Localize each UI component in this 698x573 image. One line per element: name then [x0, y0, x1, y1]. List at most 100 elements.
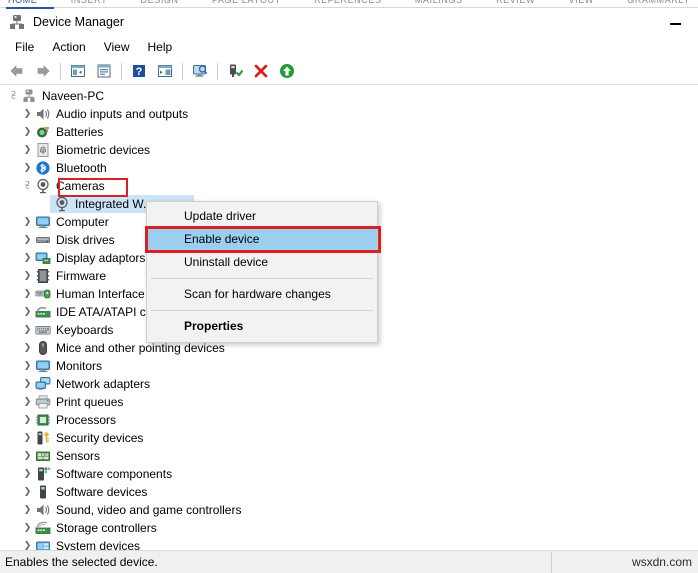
background-word-ribbon: HOME INSERT DESIGN PAGE LAYOUT REFERENCE… — [0, 0, 698, 9]
chevron-right-icon[interactable]: ❯ — [20, 519, 35, 537]
chevron-down-icon[interactable]: ⫔ — [6, 87, 21, 105]
chevron-right-icon[interactable]: ❯ — [20, 537, 35, 550]
chevron-right-icon[interactable]: ❯ — [20, 375, 35, 393]
tree-row-label: Naveen-PC — [42, 89, 105, 103]
chevron-right-icon[interactable]: ❯ — [20, 393, 35, 411]
chevron-right-icon[interactable]: ❯ — [20, 483, 35, 501]
ribbon-underline — [0, 7, 698, 8]
ribbon-tab-insert[interactable]: INSERT — [71, 0, 107, 5]
tree-row-audio-inputs-and-outputs[interactable]: ❯ Audio inputs and outputs — [0, 105, 698, 123]
tree-row-cameras[interactable]: ⫔ Cameras — [0, 177, 698, 197]
tree-row-label: Network adapters — [56, 377, 151, 391]
tree-row-processors[interactable]: ❯ Processors — [0, 411, 698, 429]
chevron-right-icon[interactable]: ❯ — [20, 141, 35, 159]
cameras-annotation-box — [58, 178, 128, 197]
tree-row-sensors[interactable]: ❯ Sensors — [0, 447, 698, 465]
minimize-button[interactable] — [652, 9, 698, 35]
chevron-right-icon[interactable]: ❯ — [20, 447, 35, 465]
tree-row-software-components[interactable]: ❯ Software components — [0, 465, 698, 483]
chevron-right-icon[interactable]: ❯ — [20, 213, 35, 231]
chevron-right-icon[interactable]: ❯ — [20, 411, 35, 429]
monitor-icon — [35, 358, 51, 374]
context-menu-item-scan-for-hardware-changes[interactable]: Scan for hardware changes — [147, 283, 377, 306]
chevron-right-icon[interactable]: ❯ — [20, 249, 35, 267]
chevron-right-icon[interactable]: ❯ — [20, 267, 35, 285]
tree-row-biometric-devices[interactable]: ❯ Biometric devices — [0, 141, 698, 159]
camera-icon — [54, 196, 70, 212]
scan-for-hardware-changes-button[interactable] — [188, 60, 212, 82]
context-menu-item-enable-device[interactable]: Enable device — [147, 228, 377, 251]
tree-row-security-devices[interactable]: ❯ Security devices — [0, 429, 698, 447]
menu-item-file[interactable]: File — [6, 38, 43, 56]
chevron-right-icon[interactable]: ❯ — [20, 339, 35, 357]
status-message: Enables the selected device. — [5, 555, 158, 569]
device-tree[interactable]: ⫔ Naveen-PC ❯ Audio inputs and outputs ❯… — [0, 85, 698, 550]
tree-row-storage-controllers[interactable]: ❯ Storage controllers — [0, 519, 698, 537]
tree-row-print-queues[interactable]: ❯ Print queues — [0, 393, 698, 411]
context-menu-item-uninstall-device[interactable]: Uninstall device — [147, 251, 377, 274]
menu-item-help[interactable]: Help — [139, 38, 182, 56]
tree-row-network-adapters[interactable]: ❯ Network adapters — [0, 375, 698, 393]
device-manager-icon — [9, 14, 25, 30]
tree-row-label: Print queues — [56, 395, 124, 409]
ribbon-tab-mailings[interactable]: MAILINGS — [415, 0, 463, 5]
forward-button[interactable] — [31, 60, 55, 82]
uninstall-device-button[interactable] — [249, 60, 273, 82]
tree-row-batteries[interactable]: ❯ Batteries — [0, 123, 698, 141]
ribbon-tab-review[interactable]: REVIEW — [496, 0, 535, 5]
menu-item-action[interactable]: Action — [43, 38, 94, 56]
tree-row-label: Keyboards — [56, 323, 114, 337]
show-hide-action-pane-button[interactable] — [153, 60, 177, 82]
ribbon-tab-references[interactable]: REFERENCES — [314, 0, 382, 5]
show-hide-console-tree-button[interactable] — [66, 60, 90, 82]
security-key-icon — [35, 430, 51, 446]
disk-drive-icon — [35, 232, 51, 248]
ribbon-tab-view[interactable]: VIEW — [569, 0, 594, 5]
tree-row-software-devices[interactable]: ❯ Software devices — [0, 483, 698, 501]
chevron-right-icon[interactable]: ❯ — [20, 429, 35, 447]
back-button[interactable] — [5, 60, 29, 82]
tree-row-bluetooth[interactable]: ❯ Bluetooth — [0, 159, 698, 177]
chevron-down-icon[interactable]: ⫔ — [20, 177, 35, 195]
toolbar-separator — [182, 62, 183, 80]
ribbon-tab-grammarly[interactable]: GRAMMARLY — [627, 0, 690, 5]
tree-row-label: Bluetooth — [56, 161, 107, 175]
menu-bar: File Action View Help — [0, 35, 698, 58]
ribbon-tab-page-layout[interactable]: PAGE LAYOUT — [212, 0, 281, 5]
watermark: wsxdn.com — [631, 555, 692, 569]
chevron-right-icon[interactable]: ❯ — [20, 231, 35, 249]
context-menu-item-update-driver[interactable]: Update driver — [147, 205, 377, 228]
enable-device-button[interactable] — [223, 60, 247, 82]
chevron-right-icon[interactable]: ❯ — [20, 285, 35, 303]
chevron-right-icon[interactable]: ❯ — [20, 123, 35, 141]
tree-row-label: Computer — [56, 215, 109, 229]
tree-row-label: Display adaptors — [56, 251, 146, 265]
tree-row-root[interactable]: ⫔ Naveen-PC — [0, 87, 698, 105]
tree-row-label: Integrated W... — [75, 197, 154, 211]
network-adapter-icon — [35, 376, 51, 392]
context-menu[interactable]: Update driver Enable device Uninstall de… — [145, 201, 381, 343]
update-driver-button[interactable] — [275, 60, 299, 82]
context-menu-item-properties[interactable]: Properties — [147, 315, 377, 338]
tree-row-label: Processors — [56, 413, 117, 427]
tree-row-monitors[interactable]: ❯ Monitors — [0, 357, 698, 375]
properties-button[interactable] — [92, 60, 116, 82]
title-bar: Device Manager — [0, 9, 698, 35]
chevron-right-icon[interactable]: ❯ — [20, 159, 35, 177]
ribbon-tab-home[interactable]: HOME — [8, 0, 37, 5]
help-button[interactable]: ? — [127, 60, 151, 82]
ribbon-tab-design[interactable]: DESIGN — [141, 0, 179, 5]
chevron-right-icon[interactable]: ❯ — [20, 303, 35, 321]
chevron-right-icon[interactable]: ❯ — [20, 321, 35, 339]
tree-row-label: System devices — [56, 539, 141, 550]
processor-icon — [35, 412, 51, 428]
window-title: Device Manager — [33, 15, 125, 29]
chevron-right-icon[interactable]: ❯ — [20, 465, 35, 483]
chevron-right-icon[interactable]: ❯ — [20, 105, 35, 123]
tree-row-system-devices[interactable]: ❯ System devices — [0, 537, 698, 550]
chevron-right-icon[interactable]: ❯ — [20, 501, 35, 519]
chevron-right-icon[interactable]: ❯ — [20, 357, 35, 375]
display-adapter-icon — [35, 250, 51, 266]
tree-row-sound-video-and-game-controllers[interactable]: ❯ Sound, video and game controllers — [0, 501, 698, 519]
menu-item-view[interactable]: View — [95, 38, 139, 56]
